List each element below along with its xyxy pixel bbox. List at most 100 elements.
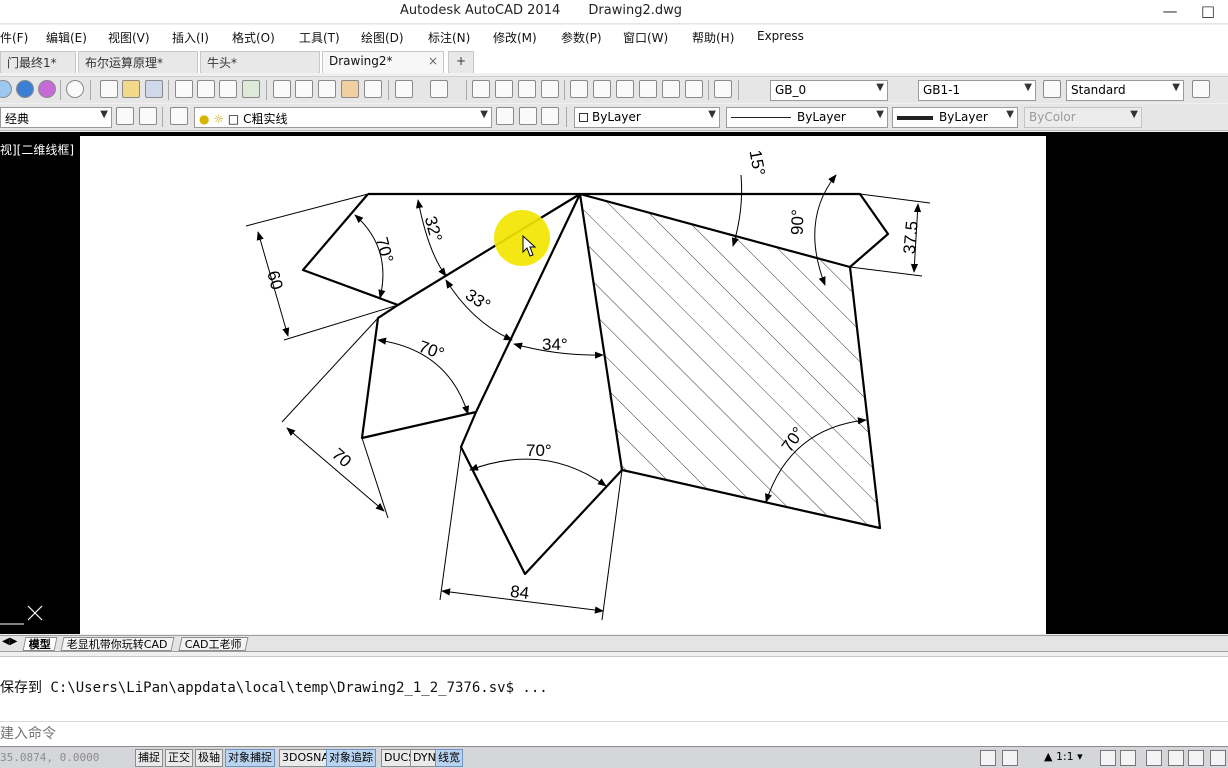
cut-icon[interactable]	[273, 80, 291, 98]
publish-icon[interactable]	[242, 80, 260, 98]
menu-express[interactable]: Express	[757, 29, 804, 43]
dim-text[interactable]: 70°	[372, 235, 397, 265]
sheet-set-icon[interactable]	[639, 80, 657, 98]
minimize-icon[interactable]: —	[1150, 0, 1190, 24]
zoom-realtime-icon[interactable]	[495, 80, 513, 98]
dim-style-select[interactable]: GB1-1 ▼	[918, 80, 1036, 101]
dim-text[interactable]: 70°	[416, 337, 447, 364]
material-icon[interactable]	[38, 80, 56, 98]
menu-draw[interactable]: 绘图(D)	[361, 29, 404, 46]
pan-icon[interactable]	[472, 80, 490, 98]
zoom-previous-icon[interactable]	[541, 80, 559, 98]
menu-view[interactable]: 视图(V)	[108, 29, 150, 46]
plot-icon[interactable]	[219, 80, 237, 98]
dim-text[interactable]: 33°	[462, 285, 494, 315]
close-tab-icon[interactable]: ×	[428, 54, 438, 68]
text-style-select[interactable]: GB_0 ▼	[770, 80, 888, 101]
viewport-label[interactable]: 视][二维线框]	[0, 141, 74, 158]
block-editor-icon[interactable]	[364, 80, 382, 98]
polar-toggle[interactable]: 极轴	[195, 749, 223, 767]
print-preview-icon[interactable]	[197, 80, 215, 98]
open-file-icon[interactable]	[122, 80, 140, 98]
ortho-toggle[interactable]: 正交	[165, 749, 193, 767]
menu-format[interactable]: 格式(O)	[232, 29, 275, 46]
maximize-icon[interactable]: □	[1188, 0, 1228, 24]
tool-palettes-icon[interactable]	[616, 80, 634, 98]
globe-icon[interactable]	[0, 80, 12, 98]
menu-help[interactable]: 帮助(H)	[692, 29, 734, 46]
copy-icon[interactable]	[295, 80, 313, 98]
tab-layout-2[interactable]: CAD工老师	[178, 637, 249, 651]
dim-text[interactable]: 37.5	[900, 220, 922, 255]
text-style-icon[interactable]	[745, 80, 763, 98]
zoom-window-icon[interactable]	[518, 80, 536, 98]
coordinate-readout[interactable]: 35.0874, 0.0000	[0, 751, 99, 764]
layer-properties-icon[interactable]	[170, 107, 188, 125]
hardware-acceleration-icon[interactable]	[1188, 750, 1204, 766]
save-icon[interactable]	[145, 80, 163, 98]
print-icon[interactable]	[175, 80, 193, 98]
file-tab-2[interactable]: 布尔运算原理*	[78, 51, 198, 73]
lineweight-toggle[interactable]: 线宽	[435, 749, 463, 767]
paste-icon[interactable]	[318, 80, 336, 98]
otrack-toggle[interactable]: 对象追踪	[326, 749, 376, 767]
quick-view-icon[interactable]	[1002, 750, 1018, 766]
dim-text[interactable]: 84	[509, 582, 530, 603]
lock-icon[interactable]	[1168, 750, 1184, 766]
menu-parameter[interactable]: 参数(P)	[561, 29, 602, 46]
properties-icon[interactable]	[570, 80, 588, 98]
match-properties-icon[interactable]	[341, 80, 359, 98]
clean-screen-icon[interactable]	[1210, 750, 1226, 766]
menu-tools[interactable]: 工具(T)	[299, 29, 340, 46]
dim-text[interactable]: 60	[263, 269, 286, 292]
command-input[interactable]	[0, 721, 1228, 743]
menu-insert[interactable]: 插入(I)	[172, 29, 209, 46]
new-tab-button[interactable]: +	[448, 51, 474, 73]
markup-icon[interactable]	[662, 80, 680, 98]
new-file-icon[interactable]	[100, 80, 118, 98]
workspace-settings-icon[interactable]	[116, 107, 134, 125]
menu-window[interactable]: 窗口(W)	[623, 29, 668, 46]
dim-text[interactable]: 70°	[526, 441, 552, 460]
snap-toggle[interactable]: 捕捉	[135, 749, 163, 767]
osnap-toggle[interactable]: 对象捕捉	[225, 749, 275, 767]
drawing-svg[interactable]: 15° 90° 37.5 60 70° 32° 33° 34° 70° 70 7…	[80, 136, 1046, 634]
tab-model[interactable]: 模型	[22, 637, 58, 651]
drawing-paper[interactable]: 15° 90° 37.5 60 70° 32° 33° 34° 70° 70 7…	[80, 136, 1046, 634]
make-current-layer-icon[interactable]	[496, 107, 514, 125]
layer-select[interactable]: ● ☼ □ C粗实线 ▼	[194, 107, 492, 128]
layer-manager-icon[interactable]	[139, 107, 157, 125]
table-style-icon[interactable]	[1043, 80, 1061, 98]
hatch-region[interactable]	[580, 194, 880, 528]
workspace-select[interactable]: 经典 ▼	[0, 107, 112, 128]
dim-text[interactable]: 34°	[542, 335, 568, 354]
menu-file[interactable]: 件(F)	[0, 29, 28, 46]
auto-scale-icon[interactable]	[1120, 750, 1136, 766]
dim-text[interactable]: 32°	[421, 214, 446, 244]
gear-icon[interactable]	[1146, 750, 1162, 766]
dim-style-icon[interactable]	[895, 80, 913, 98]
undo-icon[interactable]	[395, 80, 413, 98]
lineweight-select[interactable]: ByLayer ▼	[892, 107, 1018, 128]
tab-nav-icon[interactable]: ◀▶	[2, 636, 17, 647]
tab-layout-1[interactable]: 老显机带你玩转CAD	[60, 637, 175, 651]
regen-icon[interactable]	[66, 80, 84, 98]
color-select[interactable]: ByLayer ▼	[574, 107, 720, 128]
dim-text[interactable]: 15°	[746, 148, 769, 177]
design-center-icon[interactable]	[593, 80, 611, 98]
model-space-icon[interactable]	[980, 750, 996, 766]
menu-dimension[interactable]: 标注(N)	[428, 29, 470, 46]
calculator-icon[interactable]	[685, 80, 703, 98]
file-tab-4[interactable]: Drawing2* ×	[322, 51, 444, 73]
file-tab-1[interactable]: 门最终1*	[0, 51, 76, 73]
menu-edit[interactable]: 编辑(E)	[46, 29, 87, 46]
help-icon[interactable]	[714, 80, 732, 98]
dim-text[interactable]: 90°	[788, 209, 808, 235]
table-style-select[interactable]: Standard ▼	[1066, 80, 1184, 101]
annotation-visibility-icon[interactable]	[1100, 750, 1116, 766]
annotation-scale[interactable]: ▲ 1:1 ▾	[1044, 750, 1083, 763]
layer-state-icon[interactable]	[541, 107, 559, 125]
layer-previous-icon[interactable]	[519, 107, 537, 125]
sphere-icon[interactable]	[16, 80, 34, 98]
redo-icon[interactable]	[430, 80, 448, 98]
